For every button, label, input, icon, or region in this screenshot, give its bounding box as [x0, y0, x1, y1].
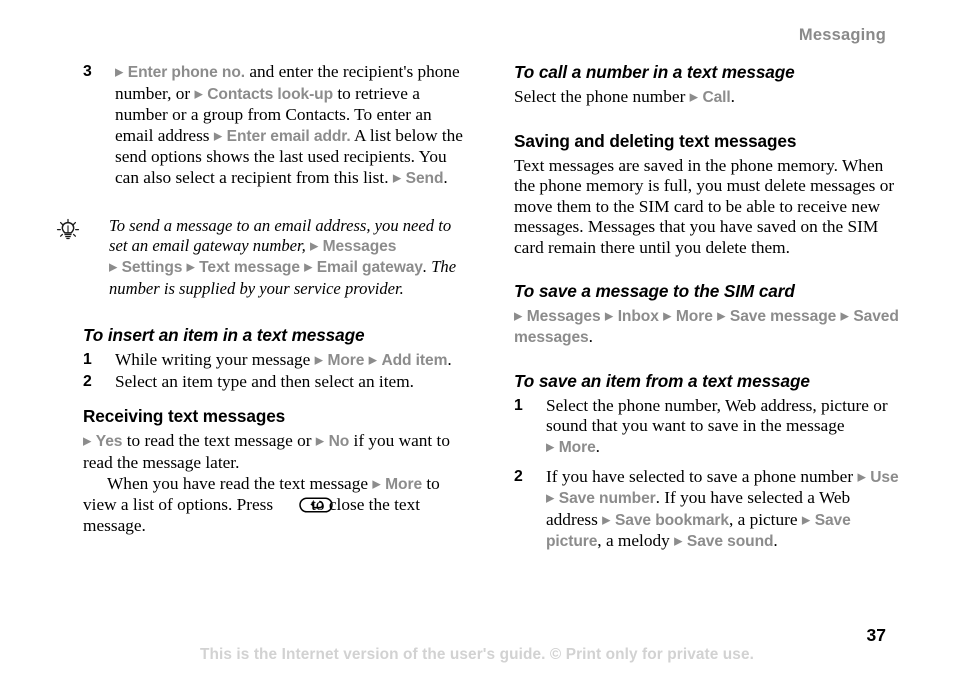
triangle-right-icon: ▶: [314, 353, 324, 367]
menu-item-add-item[interactable]: Add item: [381, 352, 447, 369]
menu-item-more[interactable]: More: [676, 308, 713, 325]
list-item-step-2: 2 If you have selected to save a phone n…: [514, 467, 899, 553]
triangle-right-icon: ▶: [717, 309, 726, 323]
menu-item-save-bookmark[interactable]: Save bookmark: [615, 512, 729, 529]
triangle-right-icon: ▶: [309, 239, 319, 253]
page-number: 37: [866, 625, 886, 645]
step-text-2: .: [595, 436, 600, 456]
triangle-right-icon: ▶: [604, 309, 614, 323]
step-text-2: .: [447, 350, 452, 370]
step-content: Select the phone number, Web address, pi…: [546, 396, 899, 459]
list-item-step-2: 2 Select an item type and then select an…: [83, 372, 468, 393]
triangle-right-icon: ▶: [109, 260, 118, 274]
triangle-right-icon: ▶: [857, 470, 866, 484]
triangle-right-icon: ▶: [840, 309, 849, 323]
menu-item-use[interactable]: Use: [870, 469, 898, 486]
menu-item-messages[interactable]: Messages: [527, 308, 601, 325]
menu-item-more[interactable]: More: [327, 352, 364, 369]
menu-item-no[interactable]: No: [329, 433, 350, 450]
menu-item-contacts-look-up[interactable]: Contacts look-up: [207, 86, 333, 103]
step-text-1: Select the phone number, Web address, pi…: [546, 395, 888, 436]
menu-item-yes[interactable]: Yes: [96, 433, 123, 450]
paragraph-call-number: Select the phone number ▶ Call.: [514, 87, 899, 109]
save-to-sim-text: .: [588, 327, 593, 347]
menu-item-save-message[interactable]: Save message: [730, 308, 836, 325]
triangle-right-icon: ▶: [83, 434, 92, 448]
step-number: 1: [514, 396, 523, 414]
heading-receiving-text-messages: Receiving text messages: [83, 406, 286, 427]
step-content: ▶ Enter phone no. and enter the recipien…: [115, 62, 468, 190]
menu-item-enter-phone-no[interactable]: Enter phone no.: [128, 64, 245, 81]
triangle-right-icon: ▶: [801, 513, 811, 527]
menu-item-inbox[interactable]: Inbox: [618, 308, 659, 325]
step-number: 3: [83, 63, 92, 80]
triangle-right-icon: ▶: [663, 309, 672, 323]
tip-text-2: .: [422, 257, 428, 277]
menu-item-more[interactable]: More: [385, 476, 422, 493]
menu-item-messages[interactable]: Messages: [323, 238, 397, 255]
triangle-right-icon: ▶: [372, 477, 381, 491]
step-number: 2: [514, 467, 523, 485]
heading-insert-item: To insert an item in a text message: [83, 325, 365, 346]
triangle-right-icon: ▶: [602, 513, 611, 527]
triangle-right-icon: ▶: [115, 65, 124, 79]
call-text-1: Select the phone number: [514, 87, 686, 106]
step-text-3: , a picture: [728, 509, 798, 529]
menu-item-call[interactable]: Call: [702, 89, 730, 106]
left-column: 3 ▶ Enter phone no. and enter the recipi…: [56, 62, 468, 537]
tip-text-1: To send a message to an email address, y…: [109, 215, 452, 255]
list-item-step-3: 3 ▶ Enter phone no. and enter the recipi…: [83, 62, 468, 190]
menu-item-more[interactable]: More: [559, 439, 596, 456]
heading-save-to-sim: To save a message to the SIM card: [514, 280, 795, 301]
step-text-1: If you have selected to save a phone num…: [546, 466, 854, 486]
step-text-4: .: [443, 167, 448, 187]
heading-save-item: To save an item from a text message: [514, 370, 810, 391]
step-text-1: While writing your message: [115, 350, 311, 370]
triangle-right-icon: ▶: [368, 353, 378, 367]
tip-callout: To send a message to an email address, y…: [56, 215, 468, 300]
triangle-right-icon: ▶: [315, 434, 325, 448]
receiving-text-3: When you have read the text message: [107, 473, 369, 493]
triangle-right-icon: ▶: [514, 309, 523, 323]
list-item-step-1: 1 While writing your message ▶ More ▶ Ad…: [83, 350, 468, 372]
menu-item-save-sound[interactable]: Save sound: [687, 533, 774, 550]
paragraph-saving-deleting: Text messages are saved in the phone mem…: [514, 155, 895, 257]
triangle-right-icon: ▶: [546, 491, 555, 505]
step-number: 1: [83, 351, 92, 369]
paragraph-receiving: ▶ Yes to read the text message or ▶ No i…: [83, 431, 468, 473]
call-text-2: .: [730, 87, 735, 106]
heading-call-number: To call a number in a text message: [514, 62, 795, 82]
step-text-5: .: [773, 531, 778, 551]
step-text-4: , a melody: [597, 531, 670, 551]
menu-item-save-number[interactable]: Save number: [559, 490, 656, 507]
menu-item-settings[interactable]: Settings: [122, 259, 183, 276]
triangle-right-icon: ▶: [186, 260, 195, 274]
step-number: 2: [83, 372, 92, 390]
back-key-icon: [275, 497, 333, 513]
triangle-right-icon: ▶: [213, 129, 223, 143]
running-header-chapter: Messaging: [798, 26, 886, 44]
step-content: While writing your message ▶ More ▶ Add …: [115, 350, 468, 372]
paragraph-save-to-sim: ▶ Messages ▶ Inbox ▶ More ▶ Save message…: [514, 306, 899, 349]
menu-item-enter-email-addr[interactable]: Enter email addr.: [227, 128, 351, 145]
triangle-right-icon: ▶: [392, 171, 402, 185]
menu-item-email-gateway[interactable]: Email gateway: [317, 259, 423, 276]
step-content: Select an item type and then select an i…: [115, 371, 414, 391]
lightbulb-icon: [56, 218, 80, 242]
triangle-right-icon: ▶: [304, 260, 313, 274]
receiving-text-1: to read the text message or: [126, 431, 312, 451]
paragraph-receiving-options: When you have read the text message ▶ Mo…: [83, 474, 468, 537]
heading-saving-deleting: Saving and deleting text messages: [514, 130, 797, 151]
triangle-right-icon: ▶: [194, 87, 203, 101]
triangle-right-icon: ▶: [689, 90, 699, 104]
triangle-right-icon: ▶: [674, 534, 683, 548]
step-content: If you have selected to save a phone num…: [546, 467, 899, 553]
menu-item-text-message[interactable]: Text message: [199, 259, 300, 276]
footer-copyright-note: This is the Internet version of the user…: [200, 646, 754, 663]
right-column: To call a number in a text message Selec…: [514, 62, 899, 553]
menu-item-send[interactable]: Send: [406, 170, 444, 187]
triangle-right-icon: ▶: [546, 440, 555, 454]
list-item-step-1: 1 Select the phone number, Web address, …: [514, 396, 899, 459]
